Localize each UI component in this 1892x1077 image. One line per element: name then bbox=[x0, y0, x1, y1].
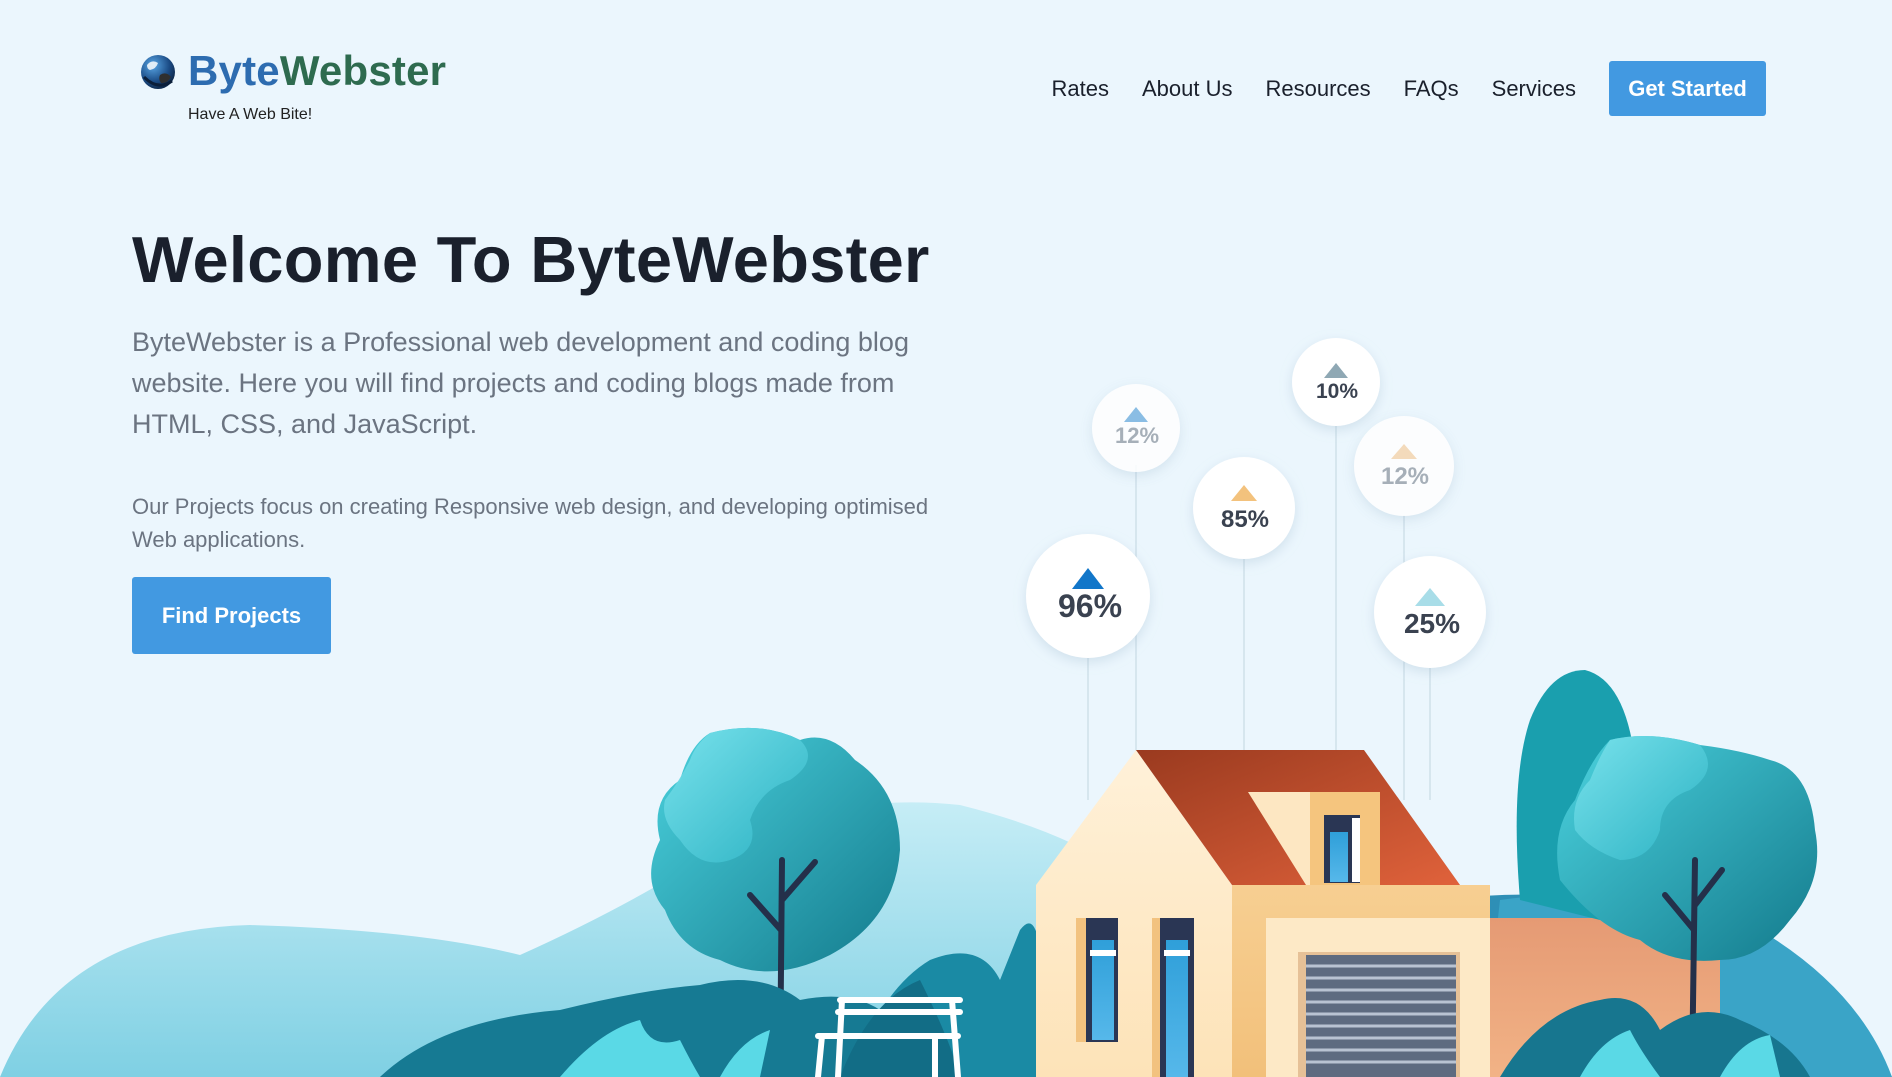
stat-bubbles: 96% 12% 85% 10% 12% 25% bbox=[1026, 338, 1486, 668]
stat-bubble-85: 85% bbox=[1193, 457, 1295, 559]
stat-bubble-12-left: 12% bbox=[1092, 384, 1180, 472]
stat-bubble-12-right: 12% bbox=[1354, 416, 1454, 516]
stat-value: 96% bbox=[1058, 588, 1122, 624]
hero-illustration: 96% 12% 85% 10% 12% 25% bbox=[0, 338, 1892, 1077]
stat-bubble-10: 10% bbox=[1292, 338, 1380, 426]
stat-bubble-25: 25% bbox=[1374, 556, 1486, 668]
stat-value: 25% bbox=[1404, 608, 1460, 639]
stat-value: 12% bbox=[1115, 423, 1159, 448]
stat-value: 85% bbox=[1221, 506, 1269, 533]
stat-value: 12% bbox=[1381, 463, 1429, 490]
stat-value: 10% bbox=[1316, 380, 1358, 403]
stat-bubble-96: 96% bbox=[1026, 534, 1150, 658]
